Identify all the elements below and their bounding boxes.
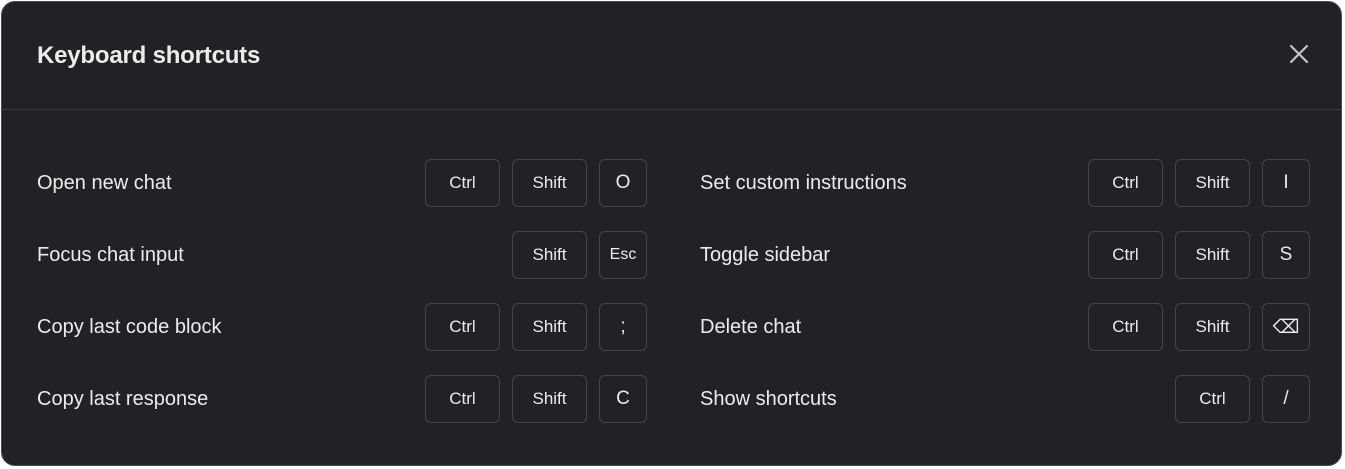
shortcut-row-set-custom-instructions: Set custom instructions Ctrl Shift I	[700, 159, 1310, 207]
shortcuts-column-right: Set custom instructions Ctrl Shift I Toggle …	[700, 159, 1310, 447]
shortcut-label: Focus chat input	[37, 244, 184, 266]
key-cap: C	[599, 375, 647, 423]
shortcuts-column-left: Open new chat Ctrl Shift O Focus chat input S…	[37, 159, 647, 447]
close-button[interactable]	[1285, 40, 1313, 68]
key-cap: Esc	[599, 231, 647, 279]
shortcut-label: Show shortcuts	[700, 388, 837, 410]
key-cap: Ctrl	[1088, 231, 1163, 279]
shortcut-label: Open new chat	[37, 172, 172, 194]
shortcut-label: Toggle sidebar	[700, 244, 831, 266]
key-cap: /	[1262, 375, 1310, 423]
key-cap: Ctrl	[425, 303, 500, 351]
shortcut-keys: Ctrl /	[1175, 375, 1310, 423]
shortcut-label: Delete chat	[700, 316, 802, 338]
key-cap: Shift	[1175, 159, 1250, 207]
key-cap: I	[1262, 159, 1310, 207]
shortcut-row-focus-chat-input: Focus chat input Shift Esc	[37, 231, 647, 279]
shortcut-row-toggle-sidebar: Toggle sidebar Ctrl Shift S	[700, 231, 1310, 279]
shortcut-label: Copy last response	[37, 388, 209, 410]
key-cap: O	[599, 159, 647, 207]
close-icon	[1289, 44, 1309, 64]
shortcut-row-open-new-chat: Open new chat Ctrl Shift O	[37, 159, 647, 207]
key-cap: ;	[599, 303, 647, 351]
key-cap: Shift	[512, 303, 587, 351]
shortcut-keys: Ctrl Shift;	[425, 303, 647, 351]
dialog-header: Keyboard shortcuts	[2, 2, 1341, 110]
shortcut-label: Set custom instructions	[700, 172, 907, 194]
keyboard-shortcuts-dialog: Keyboard shortcuts Open new chat Ctrl Shif…	[1, 1, 1342, 466]
shortcut-row-copy-last-code-block: Copy last code block Ctrl Shift;	[37, 303, 647, 351]
shortcut-keys: Ctrl Shift O	[425, 159, 647, 207]
shortcut-row-delete-chat: Delete chat Ctrl Shift ⌫	[700, 303, 1310, 351]
shortcut-label: Copy last code block	[37, 316, 222, 338]
shortcut-row-show-shortcuts: Show shortcuts Ctrl /	[700, 375, 1310, 423]
key-cap: Shift	[1175, 231, 1250, 279]
key-cap: Ctrl	[425, 375, 500, 423]
shortcut-keys: Ctrl Shift I	[1088, 159, 1310, 207]
key-cap: Shift	[512, 159, 587, 207]
key-cap: Ctrl	[425, 159, 500, 207]
key-cap: Shift	[512, 375, 587, 423]
shortcut-row-copy-last-response: Copy last response Ctrl Shift C	[37, 375, 647, 423]
shortcut-keys: Shift Esc	[512, 231, 647, 279]
key-cap: ⌫	[1262, 303, 1310, 351]
shortcut-keys: Ctrl Shift ⌫	[1088, 303, 1310, 351]
key-cap: Shift	[512, 231, 587, 279]
key-cap: Ctrl	[1088, 159, 1163, 207]
key-cap: S	[1262, 231, 1310, 279]
key-cap: Ctrl	[1088, 303, 1163, 351]
key-cap: Shift	[1175, 303, 1250, 351]
shortcut-keys: Ctrl Shift C	[425, 375, 647, 423]
shortcut-keys: Ctrl Shift S	[1088, 231, 1310, 279]
key-cap: Ctrl	[1175, 375, 1250, 423]
dialog-title: Keyboard shortcuts	[37, 42, 261, 69]
